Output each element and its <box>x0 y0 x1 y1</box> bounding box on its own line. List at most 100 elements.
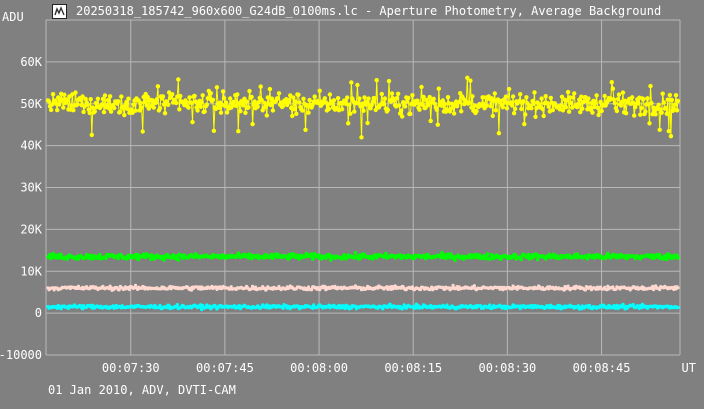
data-point <box>126 96 131 101</box>
data-point <box>612 101 618 106</box>
data-point <box>326 106 332 112</box>
data-point <box>410 93 415 98</box>
lightcurve-series-1[interactable] <box>46 250 680 263</box>
y-tick-label: 0 <box>35 306 42 320</box>
data-point <box>585 256 590 261</box>
lightcurve-window: 20250318_185742_960x600_G24dB_0100ms.lc … <box>0 0 704 409</box>
data-point <box>674 108 680 113</box>
data-point <box>506 86 512 92</box>
data-point <box>668 134 674 139</box>
data-point <box>406 95 411 101</box>
data-point <box>291 95 296 100</box>
data-point <box>653 112 658 117</box>
data-point <box>399 108 404 113</box>
data-point <box>246 105 251 110</box>
data-point <box>264 113 269 118</box>
data-point <box>244 99 249 104</box>
data-point <box>431 96 436 102</box>
data-point <box>676 286 680 290</box>
data-point <box>317 88 322 94</box>
data-point <box>408 111 413 117</box>
data-point <box>50 92 56 97</box>
data-point <box>594 93 599 98</box>
data-point <box>572 91 577 96</box>
data-point <box>467 100 472 106</box>
data-point <box>228 96 233 101</box>
chart-series[interactable] <box>45 75 681 312</box>
data-point <box>432 101 437 106</box>
data-point <box>87 110 92 116</box>
data-point <box>648 83 653 89</box>
data-point <box>645 96 650 101</box>
data-point <box>90 105 96 110</box>
x-tick-label: 00:08:30 <box>478 361 536 375</box>
data-point <box>218 110 224 115</box>
data-point <box>636 101 641 106</box>
data-point <box>249 94 254 100</box>
data-point <box>347 102 352 107</box>
data-point <box>255 104 260 109</box>
data-point <box>657 127 662 132</box>
data-point <box>396 103 402 108</box>
data-point <box>490 113 495 119</box>
data-point <box>189 100 194 106</box>
data-point <box>385 107 391 113</box>
data-point <box>384 251 388 256</box>
data-point <box>175 303 179 307</box>
data-point <box>127 287 131 292</box>
data-point <box>73 90 78 95</box>
data-point <box>105 97 111 103</box>
data-point <box>500 105 506 110</box>
y-axis-label: ADU <box>2 10 24 24</box>
data-point <box>638 112 643 117</box>
data-point <box>241 103 246 108</box>
data-point <box>118 109 123 115</box>
data-point <box>275 96 281 101</box>
lightcurve-chart[interactable]: 60K 50K 40K 30K 20K 10K 0 -10000 00:07:30 00:07:4… <box>0 0 704 409</box>
data-point <box>345 95 350 100</box>
data-point <box>62 92 67 98</box>
data-point <box>664 111 669 117</box>
data-point <box>85 102 90 107</box>
lightcurve-series-2[interactable] <box>46 283 680 292</box>
data-point <box>643 109 648 114</box>
data-point <box>389 91 395 96</box>
data-point <box>250 121 255 127</box>
data-point <box>470 94 475 99</box>
data-point <box>529 106 534 111</box>
data-point <box>162 258 166 262</box>
data-point <box>238 109 243 114</box>
data-point <box>243 110 248 116</box>
x-tick-label: 00:08:45 <box>573 361 631 375</box>
data-point <box>513 253 517 257</box>
data-point <box>548 95 553 101</box>
data-point <box>312 94 317 99</box>
data-point <box>220 89 226 94</box>
data-point <box>630 95 635 100</box>
data-point <box>474 109 479 114</box>
data-point <box>155 84 161 89</box>
data-point <box>211 128 217 133</box>
lightcurve-series-3[interactable] <box>46 302 680 312</box>
data-point <box>71 108 76 113</box>
data-point <box>89 132 95 138</box>
data-point <box>663 105 668 111</box>
data-point <box>267 86 273 92</box>
data-point <box>531 101 536 107</box>
data-point <box>346 121 351 126</box>
data-point <box>327 92 333 97</box>
data-point <box>187 95 192 100</box>
data-point <box>381 102 387 107</box>
data-point <box>353 251 358 255</box>
x-tick-label: 00:07:30 <box>102 361 160 375</box>
data-point <box>101 109 107 115</box>
data-point <box>335 96 341 101</box>
data-point <box>116 256 120 261</box>
data-point <box>419 84 424 90</box>
y-tick-label: 60K <box>20 55 42 69</box>
data-point <box>539 96 544 101</box>
data-point <box>198 104 203 110</box>
lightcurve-series-0[interactable] <box>45 75 681 140</box>
data-point <box>566 109 572 114</box>
data-point <box>60 97 65 102</box>
